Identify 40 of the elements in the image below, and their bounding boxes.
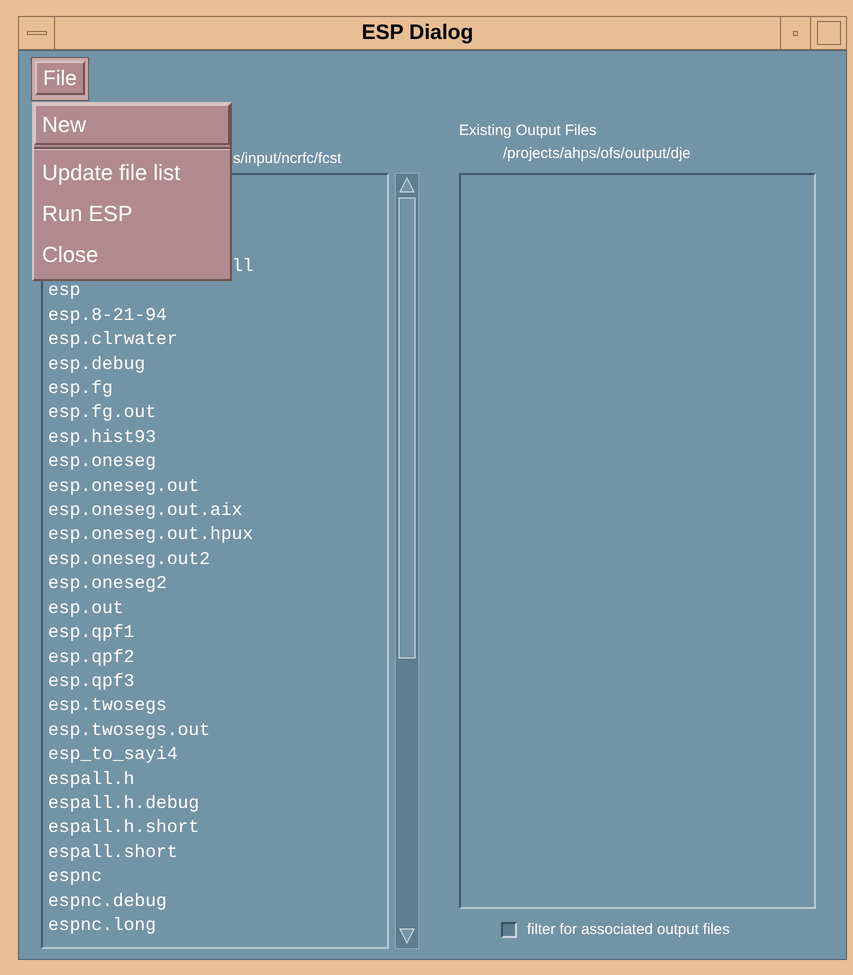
input-path: s/input/ncrfc/fcst bbox=[233, 150, 342, 167]
list-item[interactable]: esp.oneseg.out.hpux bbox=[48, 525, 254, 546]
list-item[interactable]: esp.fg.out bbox=[48, 403, 156, 424]
list-item[interactable]: esp bbox=[48, 281, 80, 302]
list-item[interactable]: espall.short bbox=[48, 842, 178, 863]
list-item[interactable]: esp.out bbox=[48, 598, 124, 619]
list-item[interactable]: ll bbox=[232, 257, 254, 277]
list-item[interactable]: esp.oneseg bbox=[48, 452, 156, 472]
list-item[interactable]: esp.8-21-94 bbox=[48, 306, 167, 326]
list-item[interactable]: esp.oneseg.out2 bbox=[48, 550, 210, 570]
list-item[interactable]: espnc.debug bbox=[48, 892, 167, 912]
scrollbar[interactable] bbox=[395, 173, 419, 949]
file-menu[interactable]: File bbox=[35, 61, 85, 95]
menu-item[interactable]: New bbox=[34, 104, 230, 145]
checkbox-label: filter for associated output files bbox=[527, 920, 730, 940]
list-item[interactable]: esp.oneseg.out.aix bbox=[48, 501, 242, 522]
list-item[interactable]: espnc bbox=[48, 867, 102, 888]
list-item[interactable]: esp.twosegs bbox=[48, 696, 167, 716]
window-title: ESP Dialog bbox=[360, 20, 474, 46]
menu-item[interactable]: Update file list bbox=[34, 152, 230, 193]
list-item[interactable]: esp.qpf1 bbox=[48, 623, 134, 644]
filter-checkbox[interactable] bbox=[501, 922, 517, 938]
list-item[interactable]: esp.oneseg.out bbox=[48, 476, 200, 497]
list-item[interactable]: esp.hist93 bbox=[48, 428, 156, 448]
list-item[interactable]: esp_to_sayi4 bbox=[48, 745, 178, 766]
output-files-title: Existing Output Files bbox=[459, 121, 597, 141]
list-item[interactable]: espnc.long bbox=[48, 916, 156, 936]
list-item[interactable]: esp.oneseg2 bbox=[48, 574, 167, 594]
list-item[interactable]: espall.h bbox=[48, 770, 134, 790]
menu-item[interactable]: Close bbox=[34, 234, 230, 275]
list-item[interactable]: esp.qpf2 bbox=[48, 648, 134, 668]
list-item[interactable]: espall.h.short bbox=[48, 818, 200, 838]
list-item[interactable]: esp.debug bbox=[48, 354, 146, 375]
list-item[interactable]: esp.qpf3 bbox=[48, 672, 134, 692]
output-path: /projects/ahps/ofs/output/dje bbox=[502, 144, 691, 164]
list-item[interactable]: espall.h.debug bbox=[48, 794, 200, 814]
list-item[interactable]: esp.fg bbox=[48, 379, 113, 400]
menu-item[interactable]: Run ESP bbox=[34, 193, 230, 234]
list-item[interactable]: esp.twosegs.out bbox=[48, 720, 210, 741]
list-item[interactable]: esp.clrwater bbox=[48, 330, 178, 350]
